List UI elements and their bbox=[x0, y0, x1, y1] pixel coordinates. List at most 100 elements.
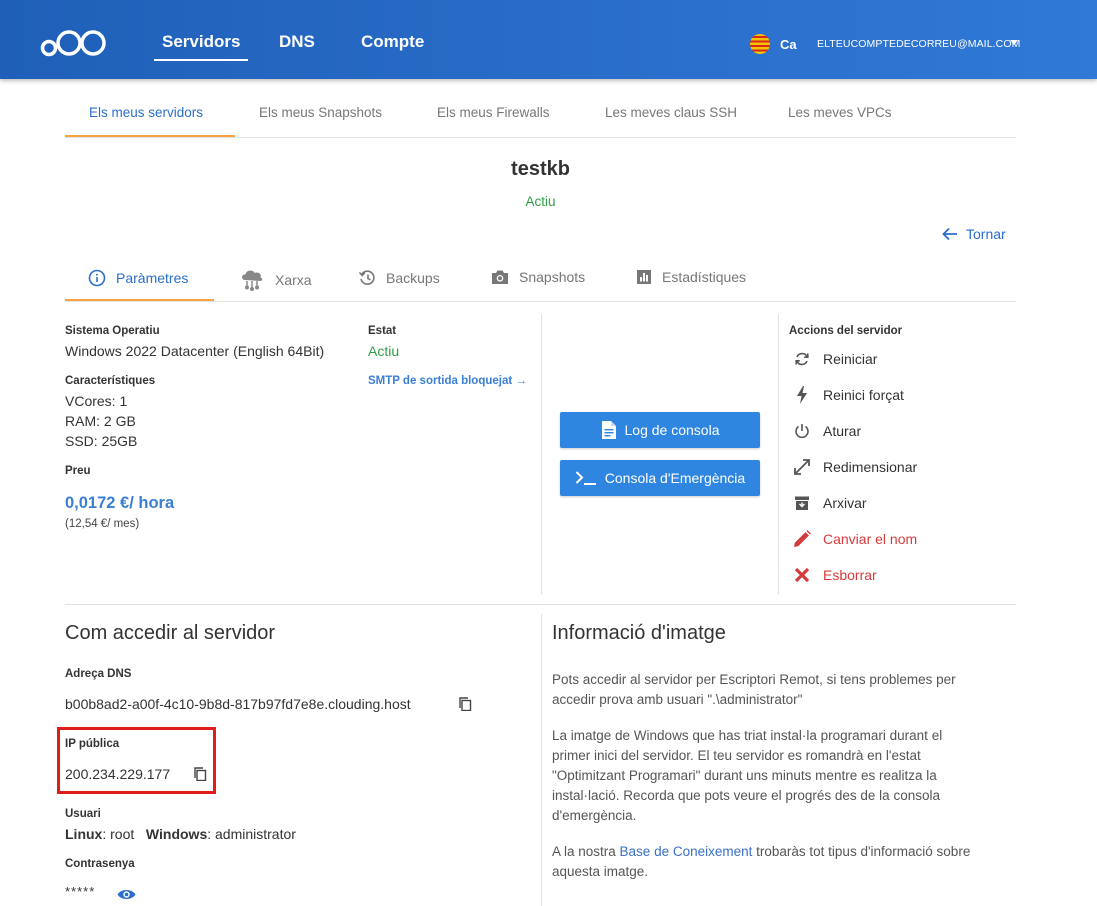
password-label: Contrasenya bbox=[65, 858, 135, 870]
nav-dns[interactable]: DNS bbox=[279, 32, 315, 52]
emergency-console-button[interactable]: Consola d'Emergència bbox=[560, 460, 760, 496]
image-info-paragraph-2: La imatge de Windows que has triat insta… bbox=[552, 726, 942, 826]
text-line: aquesta imatge. bbox=[552, 864, 649, 879]
ip-value: 200.234.229.177 bbox=[65, 766, 171, 782]
subtab-divider bbox=[65, 137, 1016, 138]
restart-icon bbox=[795, 352, 809, 366]
state-label: Estat bbox=[368, 325, 397, 337]
user-values: Linux: root Windows: administrator bbox=[65, 826, 296, 842]
smtp-blocked-link[interactable]: SMTP de sortida bloquejat → bbox=[368, 375, 527, 387]
os-label: Sistema Operatiu bbox=[65, 325, 160, 337]
network-icon bbox=[242, 270, 263, 291]
text-line: d'emergència. bbox=[552, 808, 637, 823]
price-hour: 0,0172 €/ hora bbox=[65, 494, 175, 512]
tab-divider bbox=[65, 301, 1016, 302]
language-selector[interactable]: Ca bbox=[780, 37, 797, 52]
account-menu[interactable]: ELTEUCOMPTEDECORREU@MAIL.COM bbox=[817, 38, 1020, 50]
stop-action[interactable]: Aturar bbox=[793, 422, 861, 440]
info-icon bbox=[88, 269, 106, 287]
camera-icon bbox=[492, 270, 508, 284]
button-label: Consola d'Emergència bbox=[604, 470, 746, 486]
action-label: Canviar el nom bbox=[823, 531, 918, 547]
tab-xarxa[interactable]: Xarxa bbox=[239, 269, 312, 291]
subtab-vpcs[interactable]: Les meves VPCs bbox=[788, 105, 892, 120]
tab-label: Xarxa bbox=[275, 272, 312, 288]
button-label: Log de consola bbox=[624, 422, 720, 438]
action-label: Arxivar bbox=[823, 495, 867, 511]
ip-label: IP pública bbox=[65, 738, 120, 750]
vcores-value: VCores: 1 bbox=[65, 393, 128, 409]
subtab-my-snapshots[interactable]: Els meus Snapshots bbox=[259, 105, 382, 120]
action-label: Reinici forçat bbox=[823, 387, 904, 403]
linux-label: Linux bbox=[65, 826, 103, 842]
delete-action[interactable]: Esborrar bbox=[793, 566, 877, 584]
os-value: Windows 2022 Datacenter (English 64Bit) bbox=[65, 343, 325, 359]
action-label: Aturar bbox=[823, 423, 862, 439]
subtab-my-servers[interactable]: Els meus servidors bbox=[89, 105, 203, 120]
user-label: Usuari bbox=[65, 808, 101, 820]
logo-icon[interactable] bbox=[40, 28, 108, 58]
nav-compte[interactable]: Compte bbox=[361, 32, 424, 52]
ssd-value: SSD: 25GB bbox=[65, 433, 138, 449]
bolt-icon bbox=[797, 386, 807, 404]
delete-icon bbox=[794, 567, 810, 583]
tab-parametres[interactable]: Paràmetres bbox=[88, 269, 188, 287]
caret-down-icon[interactable] bbox=[1010, 40, 1018, 45]
back-link[interactable]: Tornar bbox=[942, 226, 1006, 242]
dns-value: b00b8ad2-a00f-4c10-9b8d-817b97fd7e8e.clo… bbox=[65, 696, 411, 712]
rename-action[interactable]: Canviar el nom bbox=[793, 530, 917, 548]
access-title: Com accedir al servidor bbox=[65, 622, 276, 644]
text-line: accedir prova amb usuari ".\administrato… bbox=[552, 692, 803, 707]
tab-snapshots[interactable]: Snapshots bbox=[491, 269, 585, 285]
text-fragment: trobaràs tot tipus d'informació sobre bbox=[752, 844, 971, 859]
bottom-column-divider bbox=[541, 614, 542, 906]
subtab-my-firewalls[interactable]: Els meus Firewalls bbox=[437, 105, 550, 120]
back-label: Tornar bbox=[966, 226, 1006, 242]
history-icon bbox=[358, 270, 375, 285]
subtab-ssh-keys[interactable]: Les meves claus SSH bbox=[605, 105, 737, 120]
server-name: testkb bbox=[511, 158, 570, 180]
password-value: ***** bbox=[65, 884, 96, 899]
force-restart-action[interactable]: Reinici forçat bbox=[793, 386, 904, 404]
power-icon bbox=[795, 424, 809, 439]
archive-icon bbox=[795, 496, 809, 510]
terminal-icon bbox=[575, 471, 596, 485]
restart-action[interactable]: Reiniciar bbox=[793, 350, 877, 368]
copy-ip-icon[interactable] bbox=[193, 767, 207, 781]
tab-backups[interactable]: Backups bbox=[358, 269, 440, 287]
action-label: Redimensionar bbox=[823, 459, 918, 475]
eye-icon[interactable] bbox=[117, 888, 136, 901]
state-value: Actiu bbox=[368, 343, 400, 359]
dns-label: Adreça DNS bbox=[65, 668, 132, 680]
catalan-flag-icon[interactable] bbox=[750, 34, 770, 54]
text-line: Pots accedir al servidor per Escriptori … bbox=[552, 672, 956, 687]
ram-value: RAM: 2 GB bbox=[65, 413, 136, 429]
linux-value: : root bbox=[102, 826, 135, 842]
params-divider-right bbox=[778, 314, 779, 595]
nav-servidors[interactable]: Servidors bbox=[153, 32, 249, 61]
image-info-paragraph-1: Pots accedir al servidor per Escriptori … bbox=[552, 670, 956, 710]
action-label: Reiniciar bbox=[823, 351, 878, 367]
actions-title: Accions del servidor bbox=[789, 325, 903, 337]
text-line: instal·lació. Recorda que pots veure el … bbox=[552, 788, 940, 803]
windows-label: Windows bbox=[145, 826, 208, 842]
document-icon bbox=[601, 421, 616, 439]
price-month: (12,54 €/ mes) bbox=[65, 518, 140, 530]
features-label: Característiques bbox=[65, 375, 156, 387]
tab-label: Paràmetres bbox=[116, 270, 189, 286]
arrow-left-icon bbox=[942, 227, 957, 241]
resize-icon bbox=[794, 459, 810, 475]
params-divider-left bbox=[541, 314, 542, 595]
resize-action[interactable]: Redimensionar bbox=[793, 458, 917, 476]
chart-icon bbox=[637, 270, 651, 284]
tab-label: Backups bbox=[386, 270, 440, 286]
tab-label: Snapshots bbox=[519, 269, 586, 285]
archive-action[interactable]: Arxivar bbox=[793, 494, 867, 512]
copy-dns-icon[interactable] bbox=[458, 697, 472, 711]
console-log-button[interactable]: Log de consola bbox=[560, 412, 760, 448]
text-fragment: A la nostra bbox=[552, 844, 620, 859]
tab-estadistiques[interactable]: Estadístiques bbox=[636, 269, 746, 285]
server-status: Actiu bbox=[525, 194, 556, 209]
knowledge-base-link[interactable]: Base de Coneixement bbox=[620, 844, 753, 859]
image-info-paragraph-3: A la nostra Base de Coneixement trobaràs… bbox=[552, 842, 970, 882]
